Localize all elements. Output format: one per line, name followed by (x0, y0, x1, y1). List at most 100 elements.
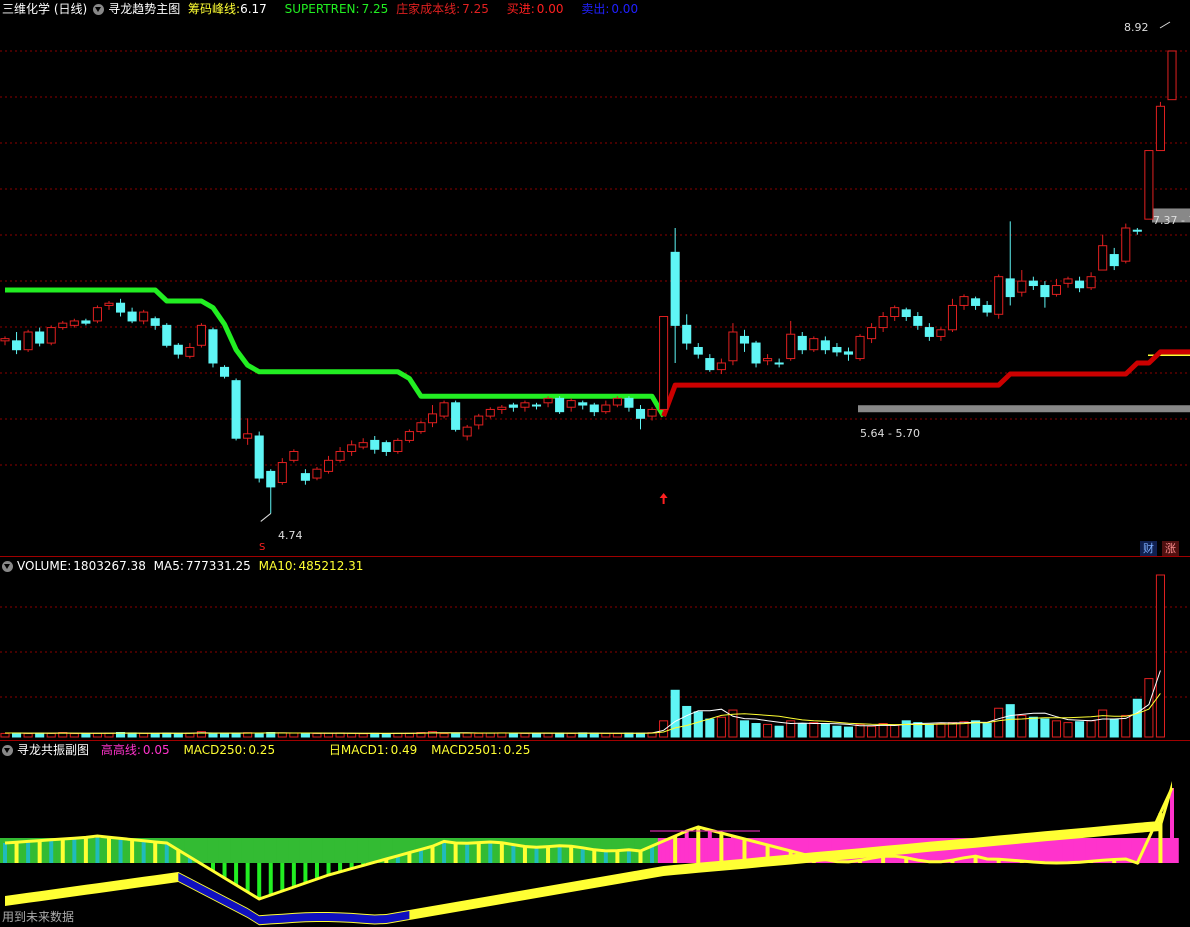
volume-bar (439, 733, 449, 738)
candle-body (127, 311, 137, 322)
candle-body (913, 316, 923, 326)
volume-bar (612, 733, 622, 738)
macd1-label: 日MACD1: (328, 743, 389, 757)
volume-bar (982, 723, 992, 738)
volume-bar (462, 732, 472, 738)
volume-panel[interactable]: VOLUME: 1803267.38 MA5: 777331.25 MA10: 485… (0, 557, 1190, 741)
ma5-value: 777331.25 (185, 559, 251, 573)
range-label-lower: 5.64 - 5.70 (860, 427, 920, 440)
macd-histogram-bar (60, 839, 65, 863)
volume-bar (751, 723, 761, 738)
finance-badge[interactable]: 财 (1140, 541, 1157, 556)
sell-value: 0.00 (611, 2, 639, 16)
macd-histogram-bar (650, 846, 655, 863)
macd250-label: MACD250: (183, 743, 247, 757)
candle-body (474, 415, 484, 426)
macd-histogram-bar (580, 847, 585, 863)
dropdown-icon[interactable] (2, 745, 13, 756)
candle-body (162, 324, 172, 346)
candle-body (763, 358, 773, 362)
macd-histogram-bar (730, 836, 735, 863)
macd-chart[interactable] (0, 741, 1190, 927)
candle-body (543, 397, 553, 404)
volume-label: VOLUME: (17, 559, 72, 573)
volume-bar (254, 732, 264, 738)
candle-body (1132, 229, 1142, 232)
macd-histogram-bar (603, 850, 608, 863)
candle-body (81, 320, 91, 324)
candle-body (693, 346, 703, 355)
sub-indicator-panel[interactable]: 寻龙共振副图 高高线: 0.05 MACD250: 0.25 日MACD1: 0.49… (0, 741, 1190, 927)
stock-title[interactable]: 三维化学 (日线) (2, 2, 87, 16)
candle-body (300, 473, 310, 481)
low-pointer-line (260, 513, 272, 522)
candle-body (1121, 227, 1131, 262)
price-chart[interactable] (0, 0, 1190, 556)
macd-green-fill (334, 838, 347, 863)
volume-bar (947, 722, 958, 738)
volume-bar (1005, 704, 1015, 738)
candle-body (92, 307, 102, 322)
candle-body (1155, 105, 1165, 152)
macd-green-fill (195, 838, 209, 863)
support-band (858, 405, 1190, 413)
dropdown-icon[interactable] (93, 4, 105, 15)
macd-green-fill (311, 838, 324, 863)
limit-up-badge[interactable]: 涨 (1162, 541, 1179, 556)
macd-histogram-bar (3, 843, 7, 863)
candle-body (728, 331, 738, 362)
dropdown-icon[interactable] (2, 561, 13, 572)
indicator-name[interactable]: 寻龙趋势主图 (108, 2, 180, 16)
candle-body (150, 318, 160, 326)
macd-histogram-bar (696, 827, 701, 863)
macd-histogram-bar (418, 849, 423, 863)
volume-bar (797, 723, 807, 738)
supertrend-value: 7.25 (361, 2, 389, 16)
volume-bar (1075, 721, 1085, 738)
volume-bar (566, 732, 576, 738)
candle-body (254, 435, 264, 479)
candle-body (231, 380, 241, 439)
main-chart-panel[interactable]: 三维化学 (日线) 寻龙趋势主图 筹码峰线:6.17 SUPERTREN: 7.25… (0, 0, 1190, 557)
macd-histogram-bar (522, 846, 527, 863)
candle-body (520, 402, 530, 408)
macd-histogram-bar (569, 846, 574, 863)
buy-arrow-icon (659, 493, 668, 504)
volume-bar (208, 733, 218, 738)
ma10-value: 485212.31 (298, 559, 364, 573)
macd-histogram-bar (164, 843, 169, 863)
candle-body (971, 298, 981, 306)
macd-histogram-bar (684, 831, 689, 863)
candle-body (901, 309, 911, 318)
candle-body (890, 307, 900, 318)
volume-bar (936, 723, 946, 738)
ma10-label: MA10: (258, 559, 297, 573)
macd-histogram-bar (303, 863, 308, 883)
volume-value: 1803267.38 (73, 559, 146, 573)
candle-body (924, 327, 934, 337)
candle-body (531, 404, 542, 407)
sell-label: 卖出: (581, 2, 610, 16)
candle-body (1075, 280, 1085, 289)
volume-chart[interactable] (0, 557, 1190, 740)
volume-bar (381, 733, 391, 738)
candle-body (312, 468, 322, 479)
volume-bar (1132, 698, 1142, 738)
macd-green-fill (288, 838, 301, 863)
candle-body (462, 426, 472, 437)
candle-body (381, 442, 391, 452)
candle-body (69, 320, 79, 326)
candle-body (12, 340, 22, 351)
candle-body (566, 400, 576, 408)
candle-body (139, 311, 149, 322)
candle-body (196, 324, 206, 346)
cost-value: 7.25 (462, 2, 489, 16)
sub-title[interactable]: 寻龙共振副图 (17, 743, 89, 757)
macd-histogram-bar (499, 842, 504, 863)
candle-body (751, 342, 761, 364)
macd-green-fill (207, 838, 220, 863)
volume-bar (774, 725, 784, 738)
candle-body (451, 402, 461, 430)
chip-label: 筹码峰线: (188, 2, 241, 16)
candle-body (1109, 254, 1119, 267)
